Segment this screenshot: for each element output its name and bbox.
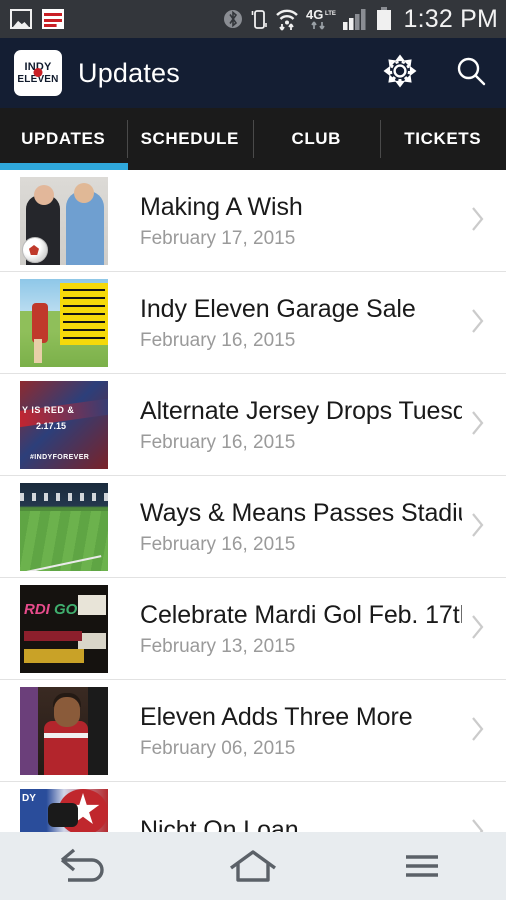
home-icon[interactable] — [169, 846, 338, 886]
menu-icon[interactable] — [337, 846, 506, 886]
tab-club[interactable]: CLUB — [253, 108, 380, 170]
chevron-right-icon — [470, 205, 486, 238]
status-bar: 4G LTE 1:32 PM — [0, 0, 506, 38]
back-arrow-icon[interactable] — [0, 846, 169, 886]
photo-icon — [10, 9, 32, 29]
list-item-text: Celebrate Mardi Gol Feb. 17th! February … — [140, 600, 462, 658]
svg-text:4G: 4G — [306, 7, 323, 22]
list-item-text: Indy Eleven Garage Sale February 16, 201… — [140, 294, 462, 352]
list-item[interactable]: Y IS RED & 2.17.15 #INDYFOREVER Alternate … — [0, 374, 506, 476]
search-icon[interactable] — [454, 54, 488, 93]
list-item[interactable]: Ways & Means Passes Stadiu… February 16,… — [0, 476, 506, 578]
tab-updates[interactable]: UPDATES — [0, 108, 127, 170]
list-item-date: February 16, 2015 — [140, 330, 296, 351]
bluetooth-icon — [223, 8, 243, 30]
vibrate-icon — [250, 7, 268, 31]
indy-eleven-logo: INDY ELEVEN — [14, 50, 62, 96]
wifi-icon — [275, 7, 299, 31]
tab-club-label: CLUB — [291, 129, 342, 148]
signal-bars-icon — [343, 8, 369, 30]
list-item-thumbnail — [20, 279, 108, 367]
battery-icon — [376, 7, 392, 31]
red-app-icon — [42, 9, 64, 29]
list-item-title: Alternate Jersey Drops Tuesday — [140, 397, 462, 425]
tab-tickets-label: TICKETS — [404, 129, 482, 148]
list-item-title: Eleven Adds Three More — [140, 703, 413, 731]
system-nav-bar — [0, 832, 506, 900]
chevron-right-icon — [470, 409, 486, 442]
tab-bar: UPDATES SCHEDULE CLUB TICKETS — [0, 108, 506, 170]
list-item-thumbnail: DY — [20, 789, 108, 832]
list-item-date: February 13, 2015 — [140, 636, 296, 657]
chevron-right-icon — [470, 613, 486, 646]
list-item-text: Eleven Adds Three More February 06, 2015 — [140, 702, 462, 760]
tab-schedule[interactable]: SCHEDULE — [126, 108, 254, 170]
tab-updates-label: UPDATES — [21, 129, 106, 148]
app-header: INDY ELEVEN Updates — [0, 38, 506, 108]
list-item-title: Nicht On Loan — [140, 816, 299, 832]
tab-tickets[interactable]: TICKETS — [379, 108, 506, 170]
page-title: Updates — [78, 57, 180, 88]
svg-text:LTE: LTE — [325, 11, 336, 17]
list-item-thumbnail — [20, 177, 108, 265]
list-item-date: February 06, 2015 — [140, 738, 296, 759]
list-item[interactable]: Eleven Adds Three More February 06, 2015 — [0, 680, 506, 782]
list-item-text: Ways & Means Passes Stadiu… February 16,… — [140, 498, 462, 556]
chevron-right-icon — [470, 715, 486, 748]
list-item[interactable]: Making A Wish February 17, 2015 — [0, 170, 506, 272]
chevron-right-icon — [470, 511, 486, 544]
list-item-text: Nicht On Loan — [140, 815, 462, 832]
gear-icon[interactable] — [382, 53, 418, 94]
tab-schedule-label: SCHEDULE — [140, 129, 239, 148]
chevron-right-icon — [470, 307, 486, 340]
list-item-thumbnail: RDI GOL — [20, 585, 108, 673]
list-item-title: Indy Eleven Garage Sale — [140, 295, 416, 323]
list-item-date: February 16, 2015 — [140, 432, 296, 453]
list-item-text: Alternate Jersey Drops Tuesday February … — [140, 396, 462, 454]
status-system-icons: 4G LTE 1:32 PM — [223, 0, 498, 38]
header-actions — [382, 53, 488, 94]
updates-list[interactable]: Making A Wish February 17, 2015 Indy Ele… — [0, 170, 506, 832]
list-item-title: Ways & Means Passes Stadiu… — [140, 499, 462, 527]
tab-selected-indicator — [0, 163, 128, 170]
list-item[interactable]: RDI GOL Celebrate Mardi Gol Feb. 17th! Fe… — [0, 578, 506, 680]
status-notification-icons — [10, 9, 64, 29]
list-item-thumbnail — [20, 483, 108, 571]
logo-dot-icon — [33, 68, 43, 77]
list-item-date: February 17, 2015 — [140, 228, 296, 249]
list-item-title: Making A Wish — [140, 193, 303, 221]
list-item[interactable]: Indy Eleven Garage Sale February 16, 201… — [0, 272, 506, 374]
4g-lte-icon: 4G LTE — [306, 7, 336, 31]
list-item-thumbnail — [20, 687, 108, 775]
list-item-date: February 16, 2015 — [140, 534, 296, 555]
app-root: 4G LTE 1:32 PM INDY ELEVEN Updates UPDAT… — [0, 0, 506, 900]
list-item[interactable]: DY Nicht On Loan — [0, 782, 506, 832]
list-item-text: Making A Wish February 17, 2015 — [140, 192, 462, 250]
chevron-right-icon — [470, 817, 486, 832]
status-time: 1:32 PM — [403, 4, 498, 33]
list-item-title: Celebrate Mardi Gol Feb. 17th! — [140, 601, 462, 629]
list-item-thumbnail: Y IS RED & 2.17.15 #INDYFOREVER — [20, 381, 108, 469]
